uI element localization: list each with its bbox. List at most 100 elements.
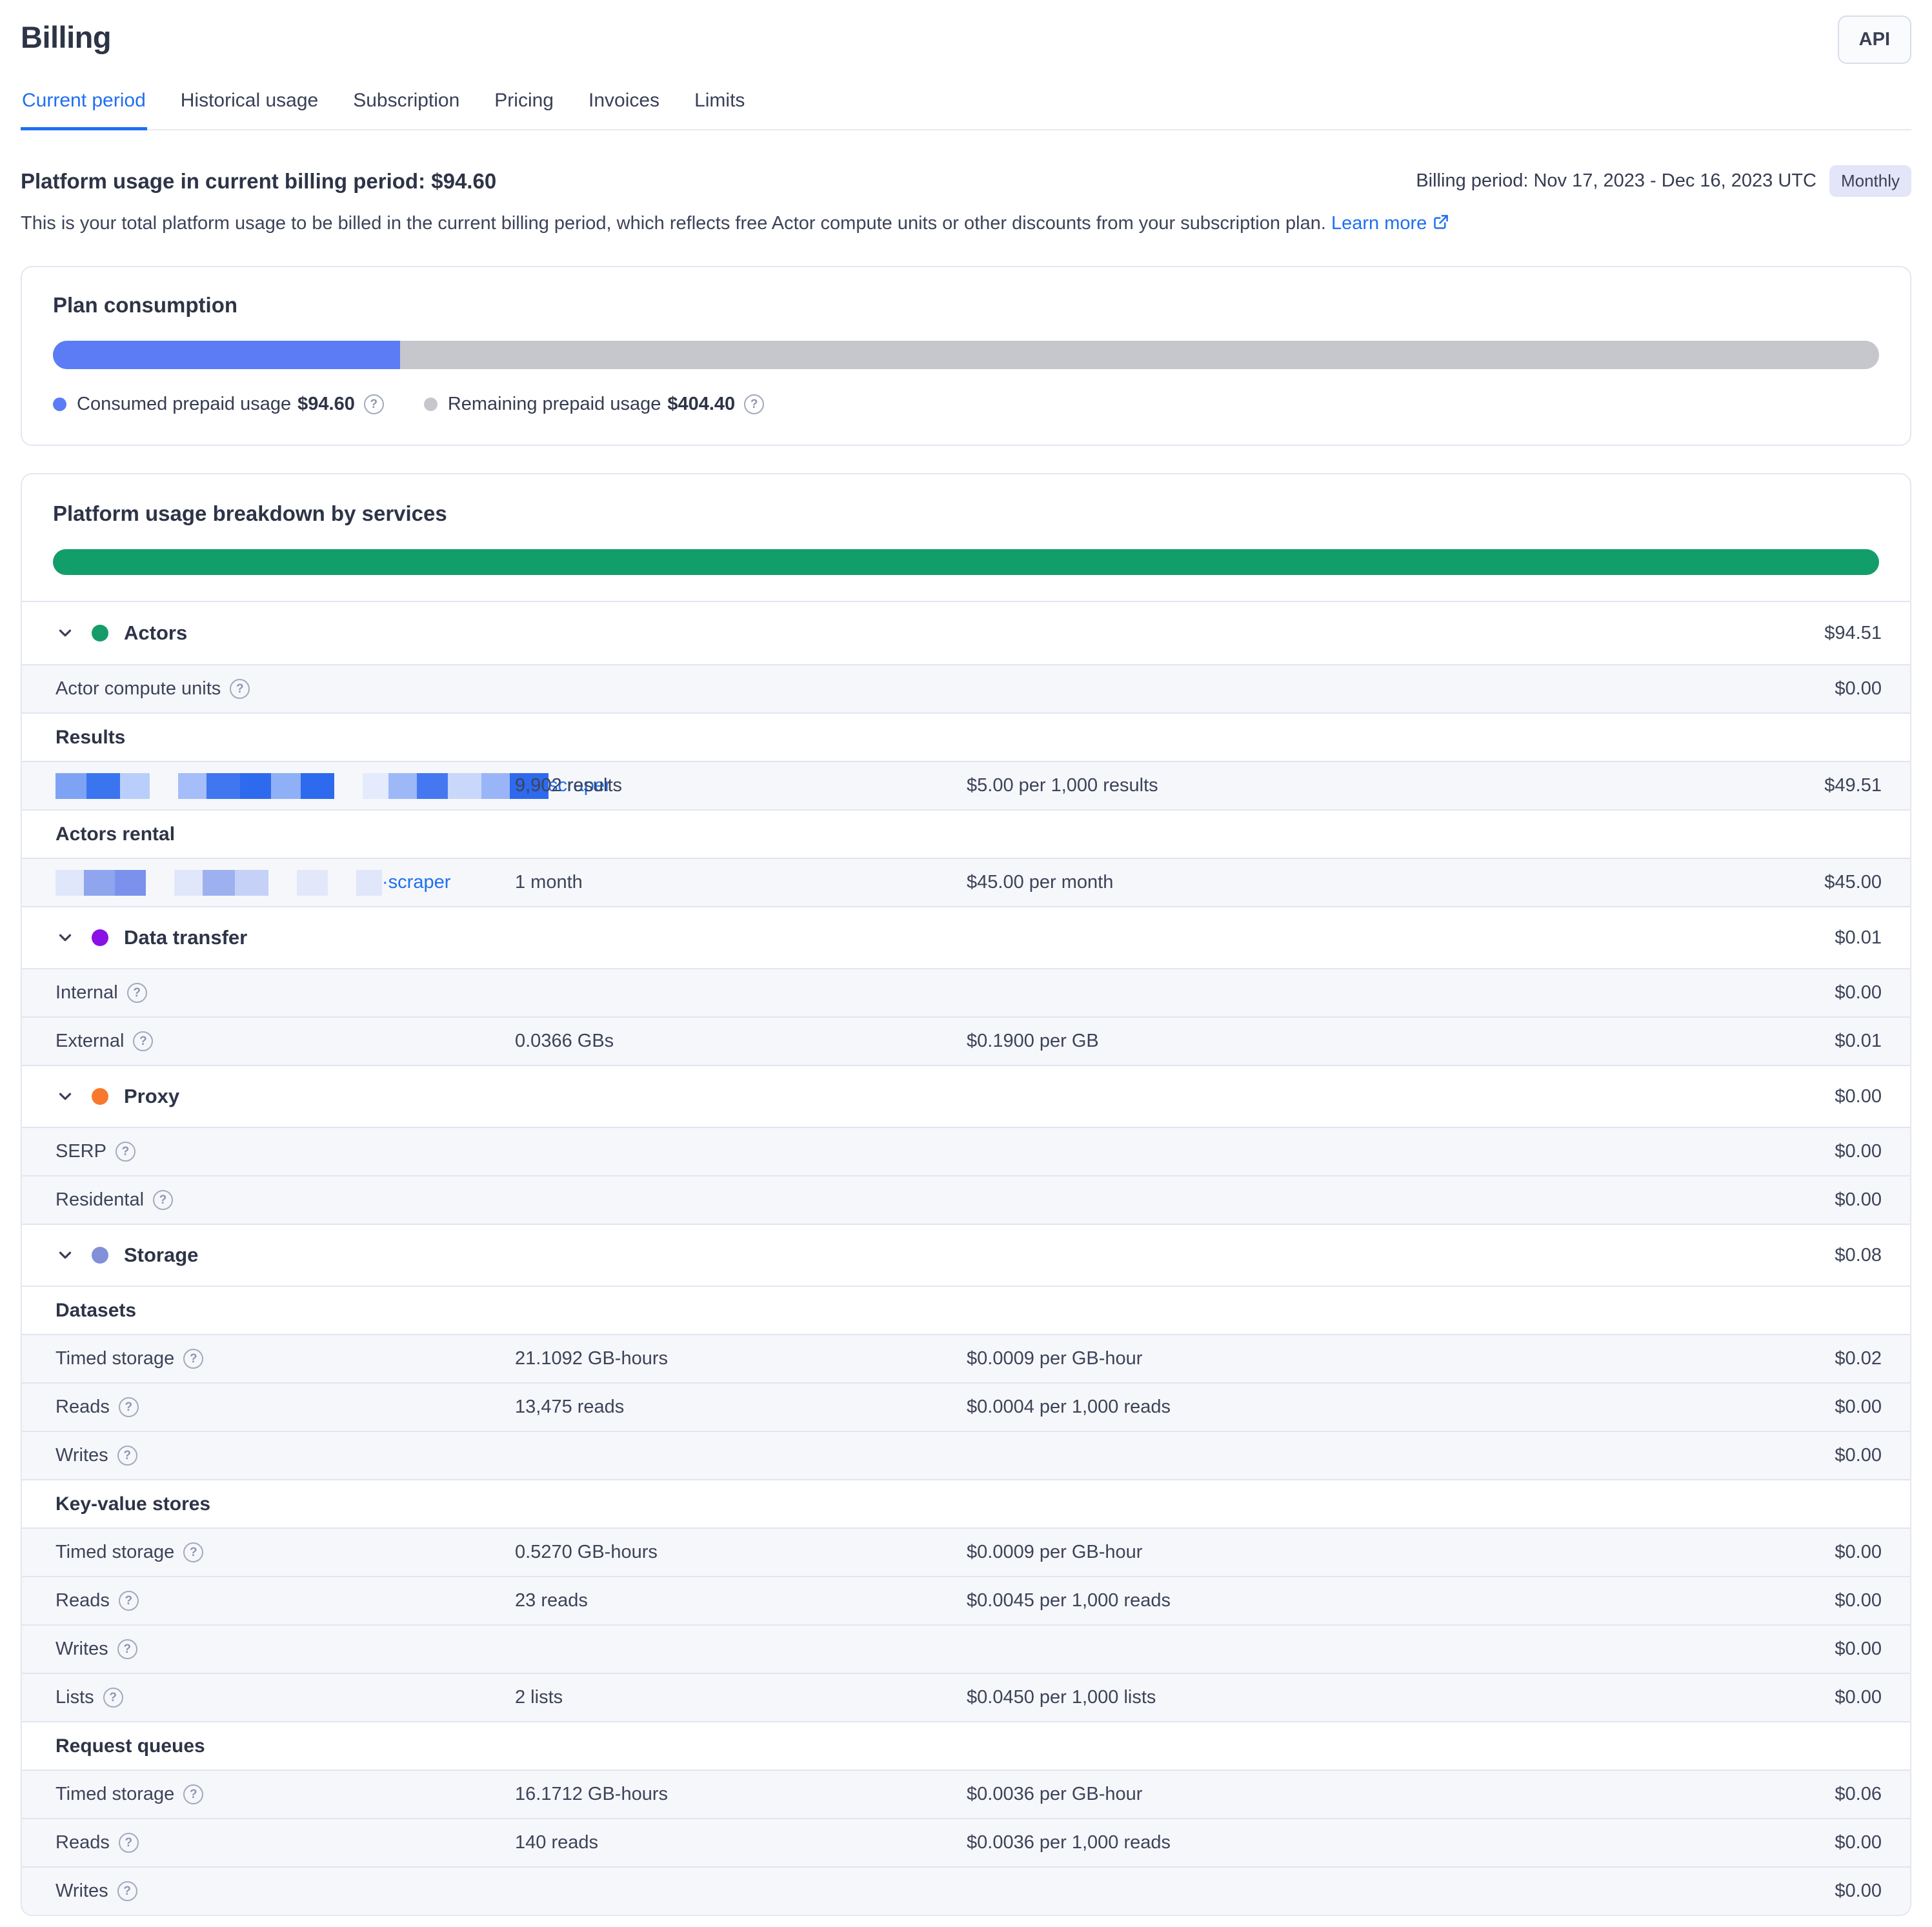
row-unit-price: $5.00 per 1,000 results bbox=[967, 775, 1824, 796]
billing-cycle-badge: Monthly bbox=[1829, 165, 1911, 197]
chevron-down-icon bbox=[55, 1087, 75, 1106]
row-rq-writes-label: Writes? bbox=[55, 1881, 515, 1902]
row-datasets-timed-storage-label: Timed storage? bbox=[55, 1348, 515, 1369]
remaining-value: $404.40 bbox=[667, 394, 735, 415]
row-amount: $45.00 bbox=[1824, 872, 1882, 893]
help-icon[interactable]: ? bbox=[183, 1784, 203, 1804]
row-label-text: Timed storage bbox=[55, 1542, 174, 1563]
row-actors-label: Actors bbox=[55, 621, 515, 645]
help-icon[interactable]: ? bbox=[103, 1688, 123, 1708]
tab-historical-usage[interactable]: Historical usage bbox=[179, 82, 319, 130]
help-icon[interactable]: ? bbox=[119, 1591, 139, 1611]
help-icon[interactable]: ? bbox=[744, 394, 764, 414]
row-label-text: Datasets bbox=[55, 1300, 136, 1322]
plan-consumption-title: Plan consumption bbox=[53, 293, 1879, 318]
row-rq-timed-storage-label: Timed storage? bbox=[55, 1784, 515, 1805]
help-icon[interactable]: ? bbox=[117, 1639, 137, 1659]
row-quantity: 1 month bbox=[515, 872, 967, 893]
plan-consumption-card: Plan consumption Consumed prepaid usage … bbox=[21, 266, 1911, 446]
row-quantity: 0.0366 GBs bbox=[515, 1031, 967, 1052]
consumed-label: Consumed prepaid usage bbox=[77, 394, 291, 415]
help-icon[interactable]: ? bbox=[230, 679, 250, 699]
help-icon[interactable]: ? bbox=[119, 1833, 139, 1853]
row-actors[interactable]: Actors$94.51 bbox=[22, 602, 1910, 664]
breakdown-rows: Actors$94.51Actor compute units?$0.00Res… bbox=[22, 601, 1910, 1915]
row-label-text: Timed storage bbox=[55, 1348, 174, 1369]
row-label-text: Lists bbox=[55, 1687, 94, 1708]
consumed-value: $94.60 bbox=[297, 394, 355, 415]
plan-consumption-legend: Consumed prepaid usage $94.60 ? Remainin… bbox=[53, 394, 1879, 415]
row-amount: $0.00 bbox=[1835, 1639, 1882, 1660]
blur-block bbox=[481, 773, 510, 799]
row-serp: SERP?$0.00 bbox=[22, 1127, 1910, 1175]
help-icon[interactable]: ? bbox=[153, 1190, 173, 1210]
blur-block bbox=[203, 870, 235, 896]
help-icon[interactable]: ? bbox=[117, 1881, 137, 1901]
help-icon[interactable]: ? bbox=[116, 1142, 136, 1162]
row-unit-price: $45.00 per month bbox=[967, 872, 1824, 893]
consumed-bar-segment bbox=[53, 341, 400, 369]
chevron-down-icon bbox=[55, 928, 75, 947]
tab-subscription[interactable]: Subscription bbox=[352, 82, 461, 130]
row-rq-timed-storage: Timed storage?16.1712 GB-hours$0.0036 pe… bbox=[22, 1770, 1910, 1818]
help-icon[interactable]: ? bbox=[117, 1446, 137, 1466]
tab-limits[interactable]: Limits bbox=[693, 82, 746, 130]
tab-pricing[interactable]: Pricing bbox=[493, 82, 555, 130]
help-icon[interactable]: ? bbox=[183, 1542, 203, 1562]
row-unit-price: $0.0004 per 1,000 reads bbox=[967, 1397, 1835, 1418]
row-actors-rental-header-label: Actors rental bbox=[55, 823, 515, 845]
blur-block bbox=[448, 773, 481, 799]
row-quantity: 9,902 results bbox=[515, 775, 967, 796]
row-amount: $0.01 bbox=[1835, 927, 1882, 949]
blur-block bbox=[240, 773, 271, 799]
row-request-queues-header-label: Request queues bbox=[55, 1735, 515, 1757]
row-rq-reads: Reads?140 reads$0.0036 per 1,000 reads$0… bbox=[22, 1818, 1910, 1866]
row-amount: $0.00 bbox=[1835, 678, 1882, 700]
row-datasets-writes: Writes?$0.00 bbox=[22, 1431, 1910, 1479]
row-quantity: 13,475 reads bbox=[515, 1397, 967, 1418]
usage-header: Platform usage in current billing period… bbox=[21, 165, 1911, 197]
row-external-label: External? bbox=[55, 1031, 515, 1052]
api-button[interactable]: API bbox=[1838, 15, 1911, 64]
row-proxy[interactable]: Proxy$0.00 bbox=[22, 1065, 1910, 1127]
blur-block bbox=[271, 773, 301, 799]
row-quantity: 23 reads bbox=[515, 1590, 967, 1611]
usage-title: Platform usage in current billing period… bbox=[21, 169, 496, 194]
help-icon[interactable]: ? bbox=[133, 1031, 153, 1051]
row-amount: $0.00 bbox=[1835, 982, 1882, 1004]
row-rq-reads-label: Reads? bbox=[55, 1832, 515, 1853]
usage-description-text: This is your total platform usage to be … bbox=[21, 213, 1326, 234]
row-label-text: Results bbox=[55, 727, 125, 749]
help-icon[interactable]: ? bbox=[127, 983, 147, 1003]
billing-tabs: Current period Historical usage Subscripti… bbox=[21, 82, 1911, 130]
row-data-transfer[interactable]: Data transfer $0.01 bbox=[22, 906, 1910, 968]
redacted-actor-name bbox=[174, 870, 268, 896]
row-label-text: Writes bbox=[55, 1639, 108, 1660]
row-rental-scraper-label: ·scraper bbox=[55, 870, 515, 896]
row-label-text: Writes bbox=[55, 1881, 108, 1902]
help-icon[interactable]: ? bbox=[364, 394, 384, 414]
learn-more-link[interactable]: Learn more bbox=[1331, 213, 1449, 234]
blur-block bbox=[174, 870, 203, 896]
redacted-actor-name bbox=[55, 773, 150, 799]
page-title: Billing bbox=[21, 19, 1911, 55]
row-amount: $0.00 bbox=[1835, 1189, 1882, 1211]
service-name: Storage bbox=[124, 1244, 198, 1267]
row-residental-label: Residental? bbox=[55, 1189, 515, 1211]
row-proxy-label: Proxy bbox=[55, 1085, 515, 1108]
blur-block bbox=[417, 773, 448, 799]
actor-link[interactable]: ·scraper bbox=[382, 872, 450, 893]
row-amount: $0.00 bbox=[1835, 1445, 1882, 1466]
tab-invoices[interactable]: Invoices bbox=[587, 82, 661, 130]
row-data-transfer-label: Data transfer bbox=[55, 926, 515, 949]
row-rq-writes: Writes?$0.00 bbox=[22, 1866, 1910, 1915]
breakdown-card: Platform usage breakdown by services Act… bbox=[21, 473, 1911, 1916]
row-datasets-reads: Reads?13,475 reads$0.0004 per 1,000 read… bbox=[22, 1382, 1910, 1431]
row-amount: $49.51 bbox=[1824, 775, 1882, 796]
chevron-down-icon bbox=[55, 623, 75, 643]
blur-block bbox=[301, 773, 334, 799]
help-icon[interactable]: ? bbox=[183, 1349, 203, 1369]
tab-current-period[interactable]: Current period bbox=[21, 82, 147, 130]
help-icon[interactable]: ? bbox=[119, 1397, 139, 1417]
row-storage[interactable]: Storage$0.08 bbox=[22, 1224, 1910, 1286]
